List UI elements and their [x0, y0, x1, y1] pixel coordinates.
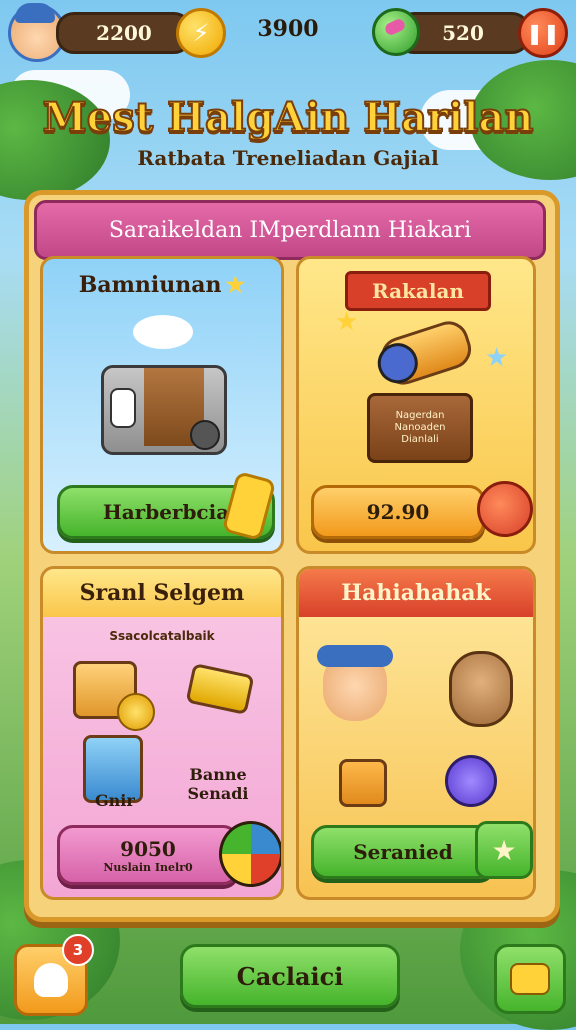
cannon-icon — [372, 316, 477, 390]
star-icon: ★ — [485, 343, 509, 373]
character-icon — [317, 645, 393, 721]
creature-icon — [449, 651, 513, 727]
price-button[interactable]: 9050 Nuslain Inelr0 — [57, 825, 239, 885]
item-text-1: Gnir — [95, 791, 135, 810]
coin-icon — [117, 693, 155, 731]
glow-icon — [133, 315, 193, 349]
card-title: Hahiahahak — [299, 569, 533, 617]
page-subtitle: Ratbata Treneliadan Gajial — [137, 146, 439, 170]
price-button[interactable]: 92.90 — [311, 485, 485, 539]
seranied-label: Seranied — [353, 840, 453, 864]
seranied-button[interactable]: Seranied — [311, 825, 495, 879]
notification-badge: 3 — [62, 934, 94, 966]
gem-value: 520 — [442, 21, 484, 45]
mascot-icon[interactable] — [219, 821, 281, 887]
star-icon: ★ — [335, 307, 359, 337]
ghost-icon — [34, 963, 68, 997]
card-bamniunan[interactable]: Bamniunan ★ Harberbcia — [40, 256, 284, 554]
card-title-text: Bamniunan — [78, 272, 222, 298]
card-title: Bamniunan ★ — [43, 259, 281, 311]
gem-icon[interactable] — [372, 8, 420, 56]
card-hahiahahak[interactable]: Hahiahahak Seranied ★ — [296, 566, 536, 900]
wooden-crate-icon: Nagerdan Nanoaden Dianlali — [367, 393, 473, 463]
chest-icon — [101, 365, 227, 455]
coin-value: 2200 — [96, 21, 152, 45]
item-text-2: Banne Senadi — [187, 765, 249, 804]
main-action-label: Caclaici — [236, 961, 344, 991]
hat-icon — [15, 3, 55, 23]
star-icon: ★ — [225, 272, 246, 298]
card-title: Sranl Selgem — [43, 569, 281, 617]
main-action-button[interactable]: Caclaici — [180, 944, 400, 1008]
star-button-icon[interactable]: ★ — [475, 821, 533, 879]
card-subtitle: Ssacolcatalbaik — [109, 629, 215, 643]
score-label: 3900 — [257, 16, 319, 42]
coin-counter: 2200 — [56, 12, 192, 54]
shop-banner: Saraikeldan IMperdlann Hiakari — [34, 200, 546, 260]
lightning-coin-icon[interactable]: ⚡ — [176, 8, 226, 58]
pause-button[interactable]: ❚❚ — [518, 8, 568, 58]
gold-bar-icon — [185, 662, 255, 716]
page-title: Mest HalgAin Harilan — [42, 93, 535, 142]
card-rakalan[interactable]: Rakalan ★ ★ Nagerdan Nanoaden Dianlali 9… — [296, 256, 536, 554]
price-label: 92.90 — [366, 500, 430, 524]
pause-icon: ❚❚ — [526, 21, 560, 45]
price-sub-label: Nuslain Inelr0 — [103, 860, 193, 874]
card-title-text: Rakalan — [372, 279, 464, 303]
ribbon-banner: Rakalan — [345, 271, 491, 311]
card-sranl-selgem[interactable]: Sranl Selgem Ssacolcatalbaik Gnir Banne … — [40, 566, 284, 900]
card-title-text: Sranl Selgem — [79, 580, 245, 606]
cookie-icon — [339, 759, 387, 807]
purple-coin-icon — [445, 755, 497, 807]
mascot-icon[interactable] — [477, 481, 533, 537]
price-label: 9050 — [120, 836, 176, 861]
shop-icon — [510, 963, 550, 995]
harberbcia-label: Harberbcia — [102, 500, 230, 524]
shop-button[interactable] — [494, 944, 566, 1014]
card-title-text: Hahiahahak — [341, 580, 491, 606]
notification-count: 3 — [72, 941, 84, 959]
shop-banner-text: Saraikeldan IMperdlann Hiakari — [108, 217, 472, 243]
crate-text: Nagerdan Nanoaden Dianlali — [394, 410, 446, 445]
